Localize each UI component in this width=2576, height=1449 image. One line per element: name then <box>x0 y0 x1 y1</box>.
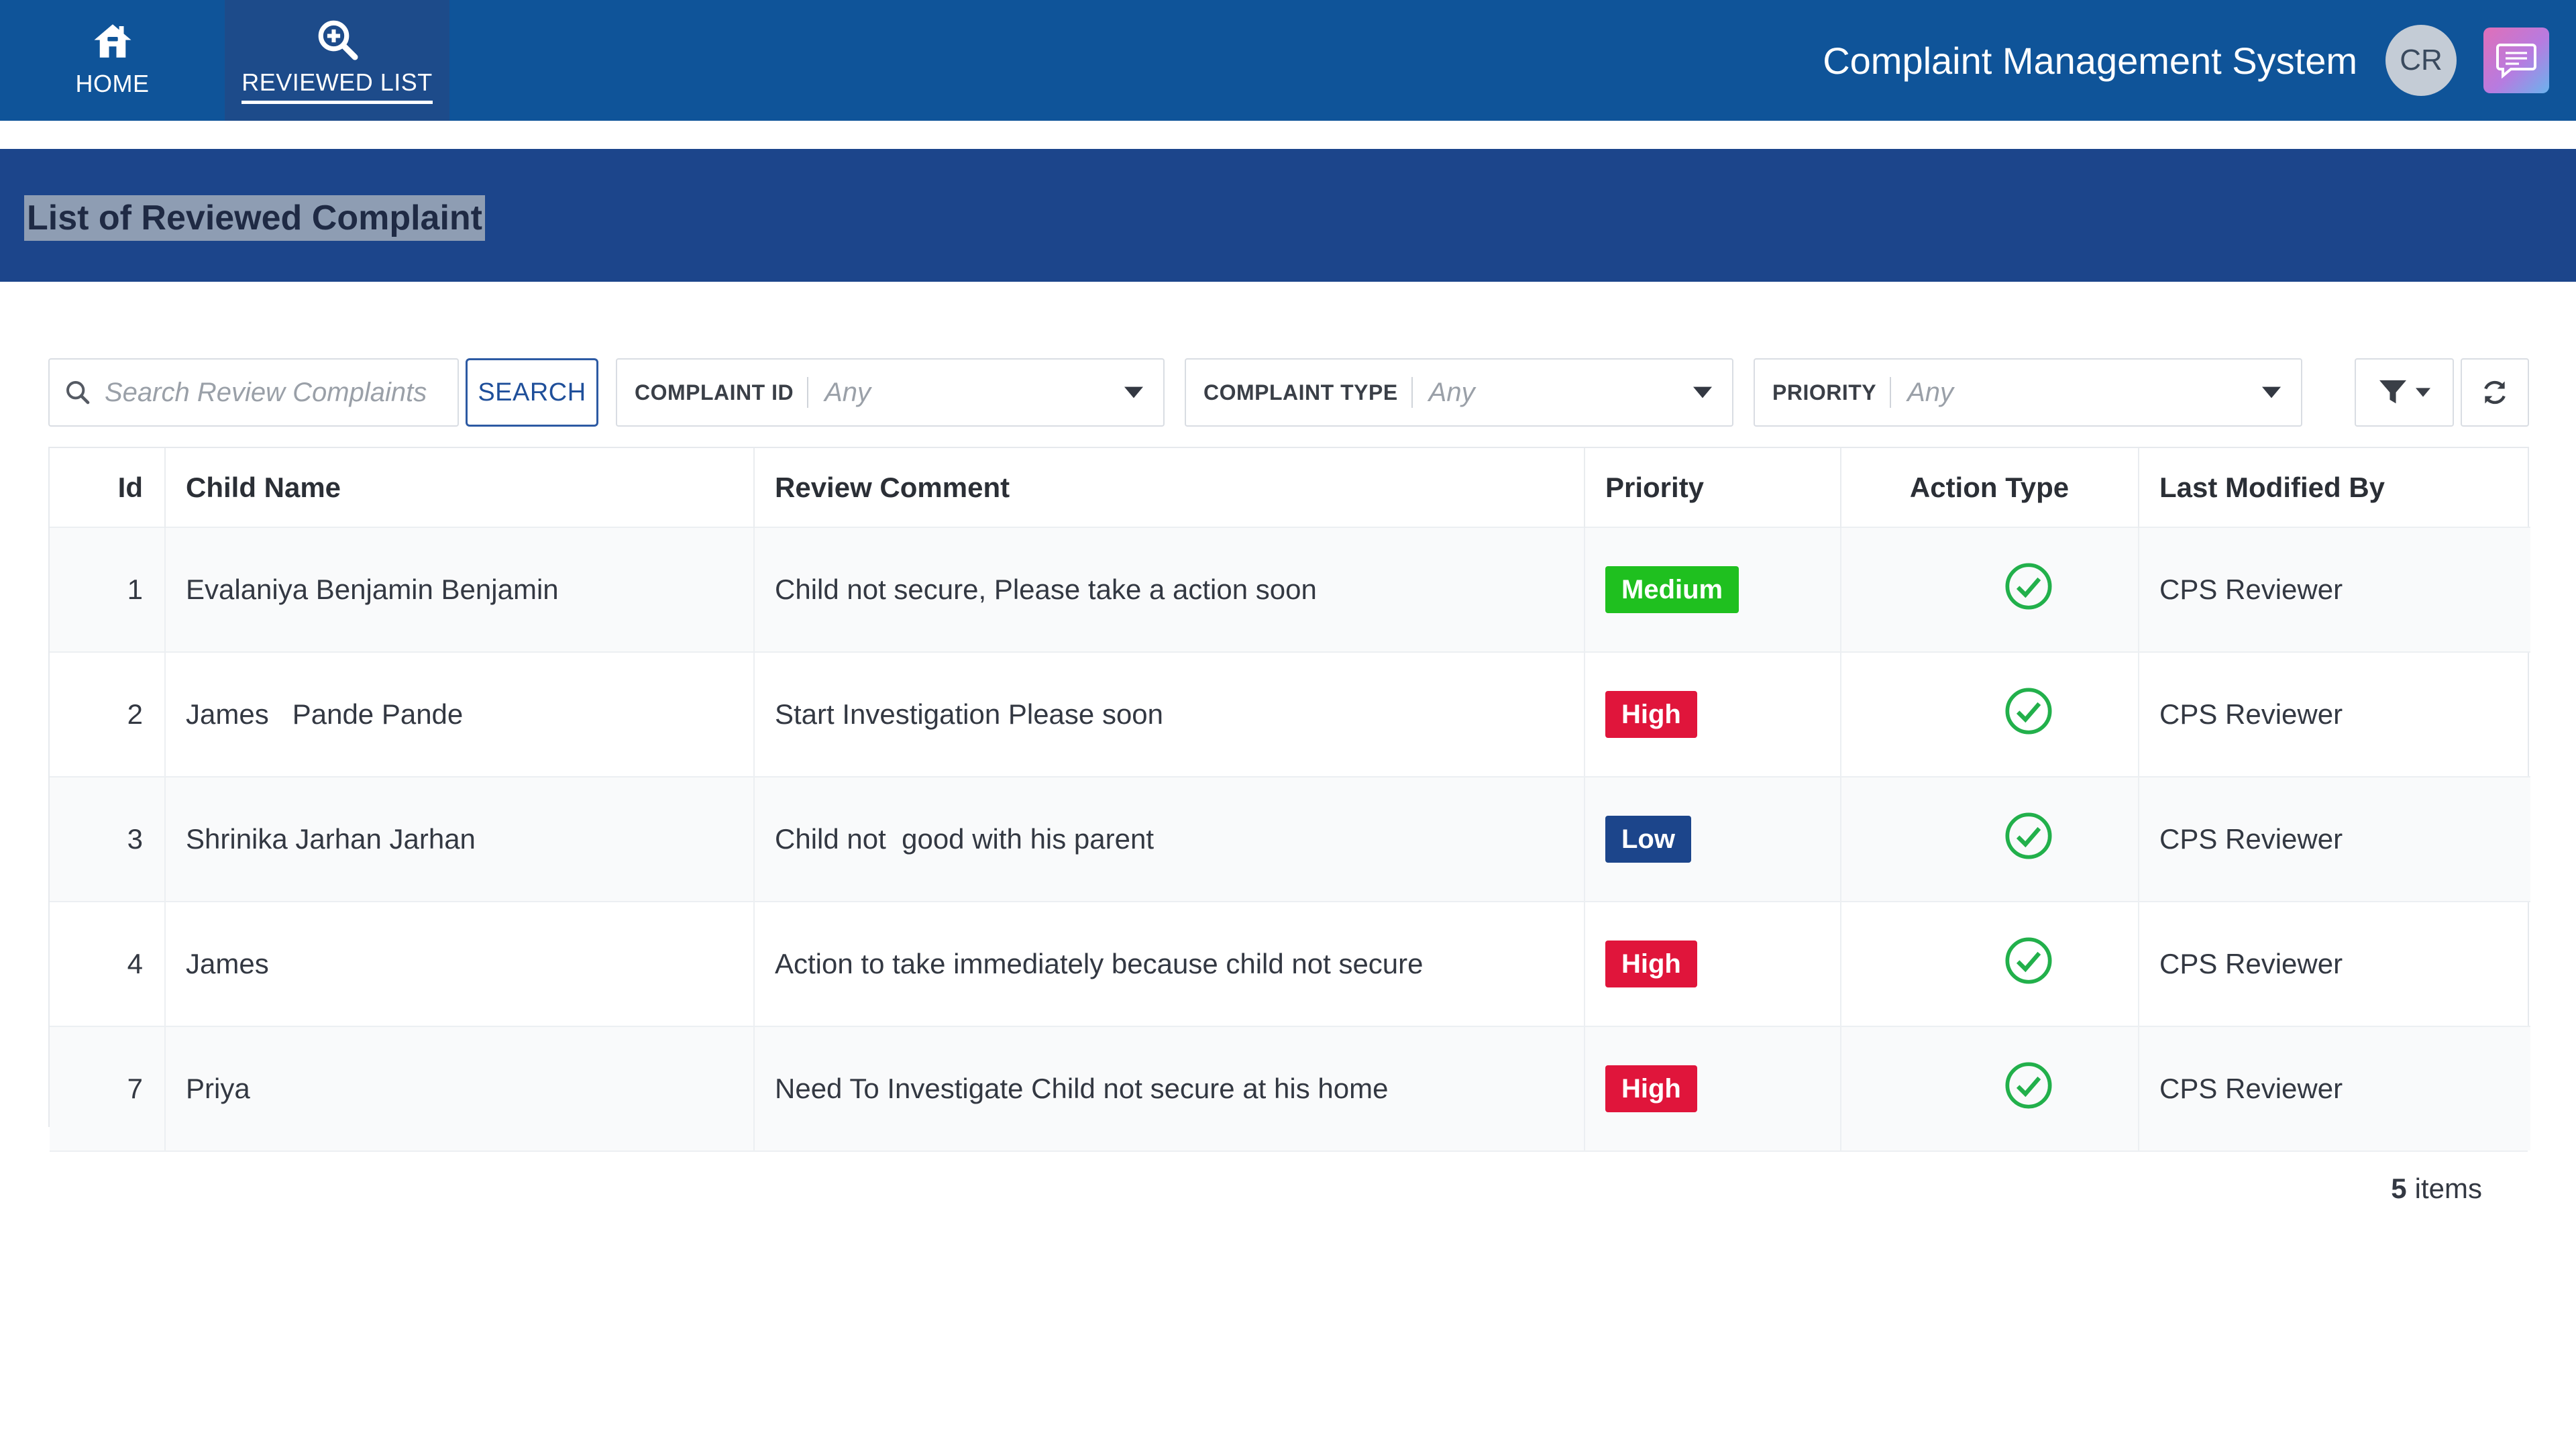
refresh-button[interactable] <box>2461 358 2529 427</box>
column-header-last-modified-by[interactable]: Last Modified By <box>2139 448 2530 527</box>
cell-review-comment: Need To Investigate Child not secure at … <box>754 1026 1585 1150</box>
caret-down-icon <box>2262 386 2281 398</box>
filter-menu-button[interactable] <box>2355 358 2454 427</box>
table-footer: 5 items <box>50 1150 2528 1226</box>
chat-icon <box>2496 44 2536 79</box>
check-circle-icon[interactable] <box>2003 686 2054 737</box>
nav-reviewed-list[interactable]: REVIEWED LIST <box>225 0 449 121</box>
cell-action-type <box>1841 651 2139 777</box>
complaint-type-filter-label: COMPLAINT TYPE <box>1203 377 1413 408</box>
priority-filter[interactable]: PRIORITY Any <box>1754 358 2302 427</box>
cell-review-comment: Action to take immediately because child… <box>754 901 1585 1026</box>
complaint-id-filter[interactable]: COMPLAINT ID Any <box>616 358 1165 427</box>
cell-priority: High <box>1585 1026 1841 1150</box>
cell-child-name: James Pande Pande <box>165 651 755 777</box>
table-row[interactable]: 3 Shrinika Jarhan Jarhan Child not good … <box>50 776 2530 902</box>
filter-icon <box>2379 380 2406 404</box>
priority-filter-value: Any <box>1907 377 1954 407</box>
caret-down-icon <box>1693 386 1712 398</box>
page-header: List of Reviewed Complaint <box>0 149 2576 282</box>
chat-button[interactable] <box>2483 28 2549 93</box>
caret-down-icon <box>1124 386 1143 398</box>
column-header-child-name[interactable]: Child Name <box>165 448 755 527</box>
cell-priority: High <box>1585 651 1841 777</box>
cell-action-type <box>1841 527 2139 652</box>
priority-badge: High <box>1605 691 1697 738</box>
nav-reviewed-list-label: REVIEWED LIST <box>241 68 433 104</box>
check-circle-icon[interactable] <box>2003 561 2054 612</box>
cell-last-modified-by: CPS Reviewer <box>2139 1026 2530 1150</box>
cell-id: 1 <box>50 527 166 652</box>
page-title: List of Reviewed Complaint <box>24 195 485 241</box>
nav-home-label: HOME <box>75 70 150 97</box>
reviewed-complaints-table: Id Child Name Review Comment Priority Ac… <box>48 447 2530 1204</box>
search-zoom-icon <box>318 20 358 60</box>
cell-child-name: Priya <box>165 1026 755 1150</box>
priority-badge: High <box>1605 941 1697 987</box>
priority-badge: Medium <box>1605 566 1739 613</box>
complaint-type-filter-value: Any <box>1428 377 1475 407</box>
check-circle-icon[interactable] <box>2003 935 2054 986</box>
table-header-row: Id Child Name Review Comment Priority Ac… <box>50 448 2530 527</box>
cell-action-type <box>1841 1026 2139 1150</box>
cell-child-name: Shrinika Jarhan Jarhan <box>165 776 755 902</box>
cell-id: 4 <box>50 901 166 1026</box>
search-box[interactable] <box>48 358 459 427</box>
check-circle-icon[interactable] <box>2003 1060 2054 1111</box>
items-count: 5 <box>2391 1173 2407 1204</box>
top-nav-bar: HOME REVIEWED LIST Complaint Management … <box>0 0 2576 121</box>
refresh-icon <box>2484 380 2506 405</box>
cell-review-comment: Child not good with his parent <box>754 776 1585 902</box>
cell-priority: High <box>1585 901 1841 1026</box>
search-input[interactable] <box>103 376 439 409</box>
cell-priority: Low <box>1585 776 1841 902</box>
complaint-id-filter-value: Any <box>824 377 871 407</box>
cell-review-comment: Child not secure, Please take a action s… <box>754 527 1585 652</box>
home-icon <box>94 24 131 58</box>
cell-action-type <box>1841 776 2139 902</box>
check-circle-icon[interactable] <box>2003 810 2054 861</box>
column-header-review-comment[interactable]: Review Comment <box>754 448 1585 527</box>
caret-down-icon <box>2416 388 2430 397</box>
items-label: items <box>2414 1173 2482 1204</box>
cell-last-modified-by: CPS Reviewer <box>2139 527 2530 652</box>
table-row[interactable]: 1 Evalaniya Benjamin Benjamin Child not … <box>50 527 2530 652</box>
table-row[interactable]: 2 James Pande Pande Start Investigation … <box>50 651 2530 777</box>
search-button[interactable]: SEARCH <box>466 358 598 427</box>
avatar[interactable]: CR <box>2385 25 2457 96</box>
priority-badge: Low <box>1605 816 1691 863</box>
table-row[interactable]: 4 James Action to take immediately becau… <box>50 901 2530 1026</box>
priority-badge: High <box>1605 1065 1697 1112</box>
cell-id: 3 <box>50 776 166 902</box>
cell-child-name: Evalaniya Benjamin Benjamin <box>165 527 755 652</box>
toolbar: SEARCH COMPLAINT ID Any COMPLAINT TYPE A… <box>48 358 2529 427</box>
complaint-id-filter-label: COMPLAINT ID <box>635 377 809 408</box>
search-icon <box>66 381 90 405</box>
cell-last-modified-by: CPS Reviewer <box>2139 776 2530 902</box>
column-header-action-type[interactable]: Action Type <box>1841 448 2139 527</box>
cell-child-name: James <box>165 901 755 1026</box>
cell-last-modified-by: CPS Reviewer <box>2139 651 2530 777</box>
column-header-id[interactable]: Id <box>50 448 166 527</box>
priority-filter-label: PRIORITY <box>1772 377 1892 408</box>
table-row[interactable]: 7 Priya Need To Investigate Child not se… <box>50 1026 2530 1150</box>
cell-priority: Medium <box>1585 527 1841 652</box>
cell-review-comment: Start Investigation Please soon <box>754 651 1585 777</box>
cell-id: 7 <box>50 1026 166 1150</box>
cell-id: 2 <box>50 651 166 777</box>
complaint-type-filter[interactable]: COMPLAINT TYPE Any <box>1185 358 1733 427</box>
app-title: Complaint Management System <box>1823 39 2357 82</box>
cell-last-modified-by: CPS Reviewer <box>2139 901 2530 1026</box>
nav-home[interactable]: HOME <box>0 0 225 121</box>
column-header-priority[interactable]: Priority <box>1585 448 1841 527</box>
cell-action-type <box>1841 901 2139 1026</box>
